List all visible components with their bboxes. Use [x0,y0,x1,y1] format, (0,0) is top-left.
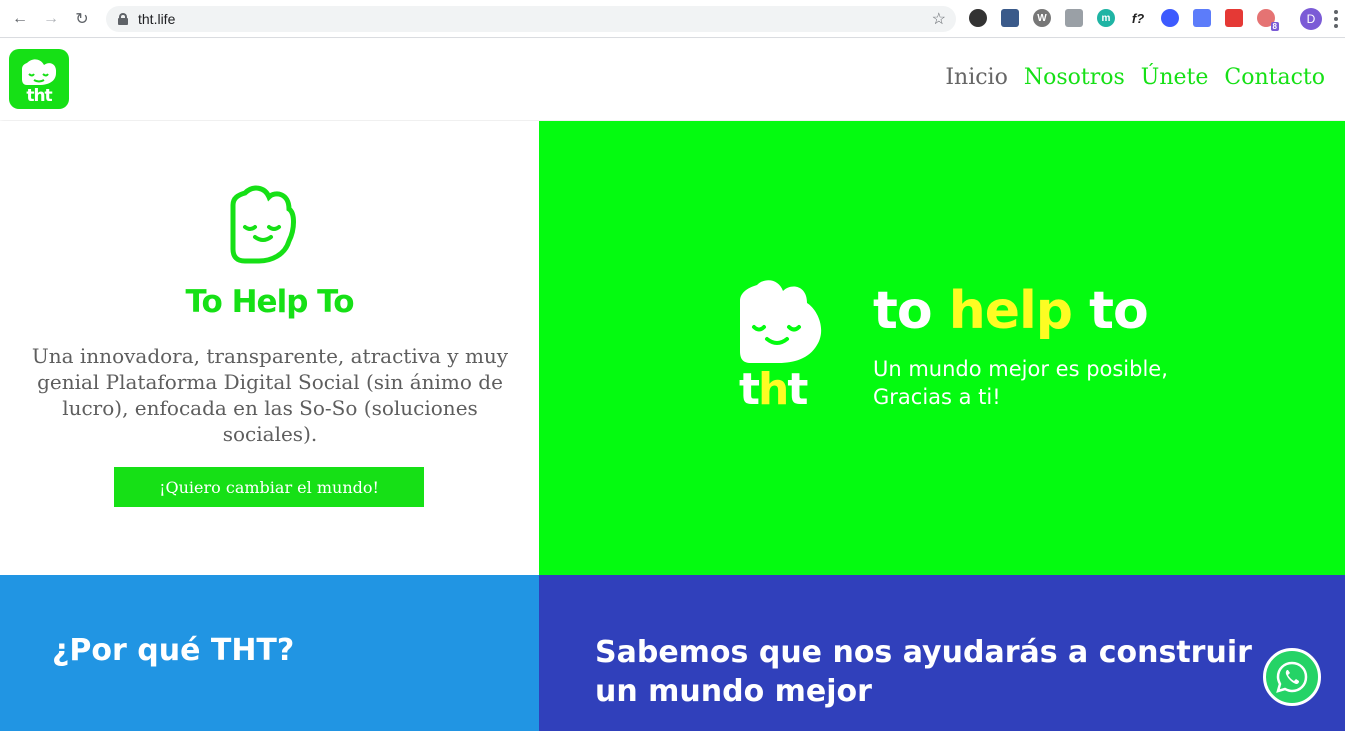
nav-link-unete[interactable]: Únete [1141,65,1209,90]
big-tht-t2: t [787,364,808,415]
brand-subtitle-line1: Un mundo mejor es posible, [873,357,1168,381]
forward-arrow-icon[interactable]: → [40,8,62,30]
brand-title-help: help [948,281,1073,341]
record-extension-icon[interactable] [1225,9,1243,27]
profile-avatar[interactable]: D [1300,8,1322,30]
page-extension-icon[interactable] [1193,9,1211,27]
build-world-title: Sabemos que nos ayudarás a construir un … [595,635,1252,709]
whatsapp-button[interactable] [1263,648,1321,706]
hero-left-panel: To Help To Una innovadora, transparente,… [0,121,539,575]
whatsapp-icon [1276,661,1308,693]
hero-description: Una innovadora, transparente, atractiva … [31,344,509,446]
brand-subtitle: Un mundo mejor es posible, Gracias a ti! [873,355,1168,411]
screen-capture-icon[interactable] [1001,9,1019,27]
change-world-button[interactable]: ¡Quiero cambiar el mundo! [114,467,424,507]
brand-title: to help to [873,281,1149,341]
globe-extension-icon[interactable] [1161,9,1179,27]
reload-icon[interactable]: ↻ [71,8,93,30]
extension-badge: 8 [1270,22,1279,31]
brand-subtitle-line2: Gracias a ti! [873,385,1001,409]
nav-link-nosotros[interactable]: Nosotros [1024,65,1125,90]
site-logo[interactable]: tht [9,49,69,109]
brand-title-part2: to [1072,281,1149,341]
url-text[interactable]: tht.life [138,11,175,27]
color-extension-icon[interactable] [969,9,987,27]
nav-link-inicio[interactable]: Inicio [945,65,1008,90]
why-tht-title: ¿Por qué THT? [52,633,295,668]
menu-kebab-icon[interactable] [1334,10,1338,28]
heart-outline-icon [230,185,296,264]
big-tht-h: h [758,364,789,415]
hero-right-panel: tht to help to Un mundo mejor es posible… [539,121,1345,575]
bookmark-star-icon[interactable]: ☆ [932,9,946,29]
browser-toolbar: ← → ↻ tht.life ☆ W m f? 8 D [0,0,1345,38]
address-bar[interactable]: tht.life ☆ [106,6,956,32]
big-heart-face-icon [740,280,822,363]
main-nav: Inicio Nosotros Únete Contacto [945,65,1325,90]
brand-title-part1: to [873,281,949,341]
fx-extension-icon[interactable]: f? [1129,9,1147,27]
big-tht-t1: t [739,364,760,415]
why-tht-section: ¿Por qué THT? [0,575,539,731]
back-arrow-icon[interactable]: ← [9,8,31,30]
lock-icon [118,13,128,25]
logo-text: tht [26,86,52,106]
build-world-section: Sabemos que nos ayudarás a construir un … [539,575,1345,731]
site-header: tht Inicio Nosotros Únete Contacto [0,39,1345,120]
big-tht-logo: tht [739,364,808,415]
camera-icon[interactable] [1065,9,1083,27]
wordpress-icon[interactable]: W [1033,9,1051,27]
m-extension-icon[interactable]: m [1097,9,1115,27]
lens-extension-icon[interactable]: 8 [1257,9,1279,31]
nav-link-contacto[interactable]: Contacto [1224,65,1325,90]
hero-title: To Help To [185,284,354,320]
